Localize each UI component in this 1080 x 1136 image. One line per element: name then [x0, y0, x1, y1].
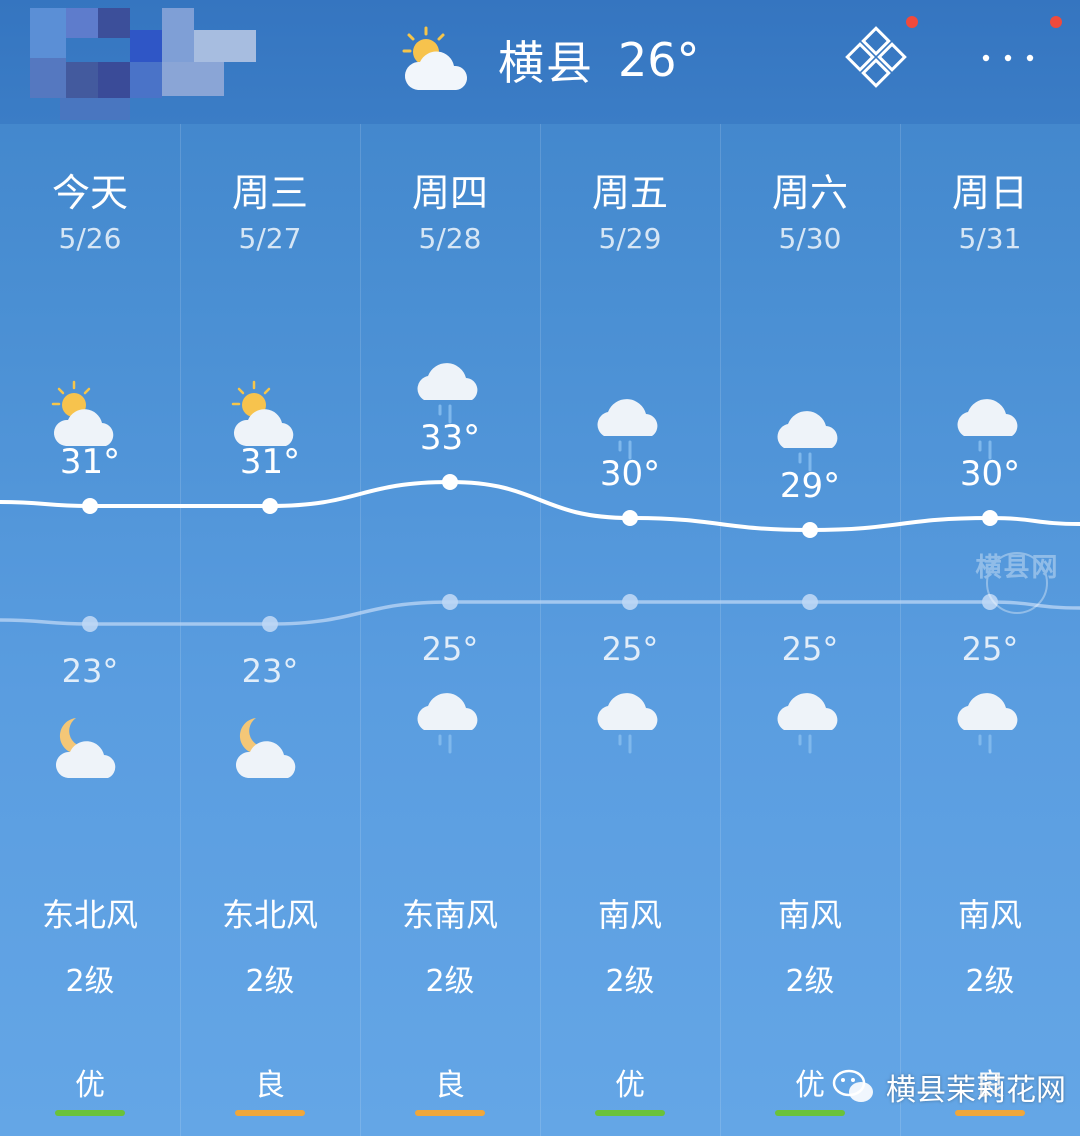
- diamond-grid-icon: [845, 26, 907, 88]
- wind-level: 2级: [65, 964, 115, 999]
- wind-level: 2级: [425, 964, 475, 999]
- forecast-day-1[interactable]: 周三 5/27 31° 23° 东北风 2级 良: [180, 124, 360, 1136]
- day-name: 周五: [591, 171, 668, 215]
- air-quality-bar: [55, 1110, 125, 1116]
- low-temperature: 25°: [781, 630, 839, 668]
- low-temperature: 23°: [241, 652, 299, 690]
- widgets-button[interactable]: [838, 16, 918, 100]
- forecast-day-2[interactable]: 周四 5/28 33° 25° 东南风 2级 良: [360, 124, 540, 1136]
- partly-cloudy-day-icon: [402, 26, 468, 90]
- day-date: 5/29: [598, 222, 662, 255]
- wind-direction: 东南风: [401, 896, 498, 934]
- air-quality-label: 良: [255, 1068, 285, 1103]
- day-date: 5/26: [58, 222, 122, 255]
- rain-icon: [590, 682, 670, 762]
- wind-level: 2级: [605, 964, 655, 999]
- wechat-account-name: 横县茉莉花网: [886, 1073, 1066, 1108]
- more-options-button[interactable]: [970, 16, 1062, 100]
- air-quality-label: 良: [435, 1068, 465, 1103]
- watermark-text: 横县网: [975, 553, 1060, 583]
- rain-icon: [950, 682, 1030, 762]
- day-date: 5/30: [778, 222, 842, 255]
- day-date: 5/31: [958, 222, 1022, 255]
- air-quality-bar: [235, 1110, 305, 1116]
- day-name: 今天: [51, 171, 128, 215]
- partly-cloudy-night-icon: [230, 704, 310, 784]
- air-quality-label: 优: [75, 1068, 105, 1103]
- wind-direction: 南风: [777, 896, 842, 934]
- location-title[interactable]: 横县 26°: [400, 20, 700, 100]
- wind-level: 2级: [965, 964, 1015, 999]
- wind-direction: 东北风: [41, 896, 138, 934]
- wind-direction: 东北风: [221, 896, 318, 934]
- high-temperature: 31°: [239, 442, 301, 482]
- forecast-day-0[interactable]: 今天 5/26 31° 23° 东北风 2级 优: [0, 124, 180, 1136]
- high-temperature: 33°: [419, 418, 481, 458]
- more-dots-icon: [982, 54, 1034, 62]
- city-name: 横县: [498, 36, 594, 90]
- wind-direction: 南风: [957, 896, 1022, 934]
- notification-dot: [906, 16, 918, 28]
- forecast-day-5[interactable]: 周日 5/31 30° 25° 南风 2级 良: [900, 124, 1080, 1136]
- day-date: 5/27: [238, 222, 302, 255]
- wind-level: 2级: [245, 964, 295, 999]
- wechat-icon: [832, 1069, 873, 1102]
- rain-icon: [770, 682, 850, 762]
- blurred-avatar-area: [0, 0, 290, 124]
- partly-cloudy-night-icon: [50, 704, 130, 784]
- day-name: 周六: [771, 171, 848, 215]
- low-temperature: 25°: [421, 630, 479, 668]
- air-quality-bar: [595, 1110, 665, 1116]
- day-date: 5/28: [418, 222, 482, 255]
- forecast-day-4[interactable]: 周六 5/30 29° 25° 南风 2级 优: [720, 124, 900, 1136]
- top-bar: 横县 26°: [0, 0, 1080, 124]
- low-temperature: 25°: [601, 630, 659, 668]
- wind-direction: 南风: [597, 896, 662, 934]
- high-temperature: 30°: [959, 454, 1021, 494]
- day-name: 周四: [411, 171, 488, 215]
- rain-icon: [410, 682, 490, 762]
- air-quality-label: 优: [615, 1068, 645, 1103]
- forecast-day-3[interactable]: 周五 5/29 30° 25° 南风 2级 优: [540, 124, 720, 1136]
- air-quality-bar: [415, 1110, 485, 1116]
- high-temperature: 31°: [59, 442, 121, 482]
- day-name: 周日: [951, 171, 1028, 215]
- low-temperature: 23°: [61, 652, 119, 690]
- low-temperature: 25°: [961, 630, 1019, 668]
- current-temperature: 26°: [618, 33, 700, 87]
- wind-level: 2级: [785, 964, 835, 999]
- high-temperature: 29°: [779, 466, 841, 506]
- day-name: 周三: [231, 171, 308, 215]
- high-temperature: 30°: [599, 454, 661, 494]
- notification-dot: [1050, 16, 1062, 28]
- wechat-source-mark: 横县茉莉花网: [832, 1060, 1066, 1114]
- watermark-logo: 横县网: [955, 545, 1080, 615]
